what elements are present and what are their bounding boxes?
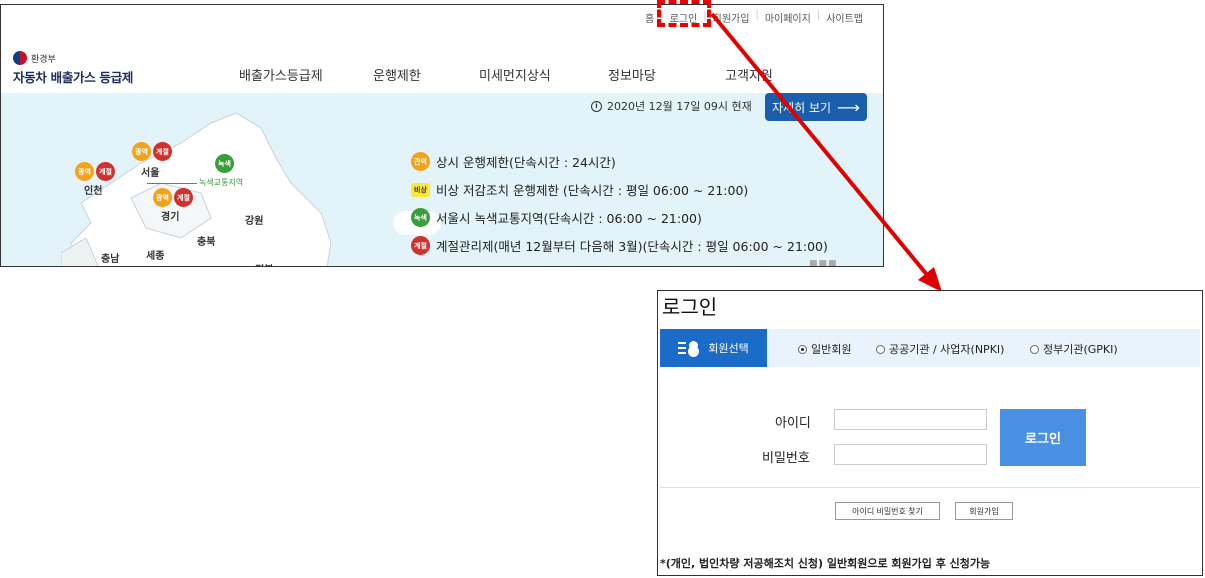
map-label-gyeongbuk: 경북	[255, 261, 273, 266]
map-label-chungbuk: 충북	[197, 237, 216, 248]
arrow-right-icon: ⟶	[837, 97, 860, 117]
map-badge-gyeonggi-season: 계절	[174, 188, 193, 207]
map-badge-gyeonggi-gwangyeok: 광역	[153, 188, 172, 207]
map-label-sejong: 세종	[146, 251, 165, 262]
legend-badge-icon: 관역	[411, 152, 430, 171]
signup-link[interactable]: 회원가입	[707, 10, 756, 25]
legend-text: 비상 저감조치 운행제한 (단속시간 : 평일 06:00 ~ 21:00)	[436, 183, 749, 198]
map-badge-green-zone: 녹색	[215, 154, 234, 173]
legend-text: 상시 운행제한(단속시간 : 24시간)	[436, 155, 616, 170]
password-label: 비밀번호	[762, 451, 810, 466]
ministry-name: 환경부	[31, 54, 56, 65]
nav-fine-dust-info[interactable]: 미세먼지상식	[479, 65, 551, 84]
current-time-text: 2020년 12월 17일 09시 현재	[607, 100, 752, 113]
member-select-tab[interactable]: 회원선택	[660, 329, 767, 367]
clock-icon: i	[591, 100, 602, 112]
login-button[interactable]: 로그인	[1000, 409, 1086, 466]
view-detail-label: 자세히 보기	[772, 100, 832, 115]
legend-item-always: 관역 상시 운행제한(단속시간 : 24시간)	[411, 152, 616, 171]
radio-unchecked-icon	[1030, 344, 1039, 354]
signup-note: *(개인, 법인차량 저공해조치 신청) 일반회원으로 회원가입 후 신청가능	[660, 557, 991, 570]
nav-emission-grade[interactable]: 배출가스등급제	[239, 65, 323, 84]
radio-unchecked-icon	[876, 344, 885, 354]
login-panel: 로그인 회원선택 일반회원 공공기관 / 사업자(NPKI) 정부기관(GPKI…	[657, 290, 1203, 576]
map-badge-seoul-season: 계절	[153, 142, 172, 161]
sitemap-link[interactable]: 사이트맵	[820, 10, 869, 25]
member-type-bar: 회원선택 일반회원 공공기관 / 사업자(NPKI) 정부기관(GPKI)	[660, 329, 1200, 367]
map-label-gyeonggi: 경기	[161, 212, 180, 223]
legend-item-green: 녹색 서울시 녹색교통지역(단속시간 : 06:00 ~ 21:00)	[411, 208, 702, 227]
find-id-password-button[interactable]: 아이디 비밀번호 찾기	[835, 502, 940, 520]
legend-text: 계절관리제(매년 12월부터 다음해 3월)(단속시간 : 평일 06:00 ~…	[436, 239, 828, 254]
restriction-map-banner: 서울 인천 경기 강원 충북 충남 세종 경북 광역 계절 광역 계절 광역 계…	[1, 93, 883, 266]
mypage-link[interactable]: 마이페이지	[759, 10, 817, 25]
view-detail-button[interactable]: 자세히 보기 ⟶	[765, 93, 867, 121]
map-label-gangwon: 강원	[245, 216, 264, 227]
legend-text: 서울시 녹색교통지역(단속시간 : 06:00 ~ 21:00)	[436, 211, 702, 226]
nav-driving-restriction[interactable]: 운행제한	[373, 65, 421, 84]
green-zone-line	[147, 183, 197, 184]
legend-badge-icon: 비상	[411, 182, 430, 197]
legend-item-emergency: 비상 비상 저감조치 운행제한 (단속시간 : 평일 06:00 ~ 21:00…	[411, 180, 748, 199]
id-label: 아이디	[775, 416, 811, 431]
legend-badge-icon: 계절	[411, 236, 430, 255]
main-navigation: 배출가스등급제 운행제한 미세먼지상식 정보마당 고객지원	[1, 65, 883, 89]
map-badge-seoul-gwangyeok: 광역	[132, 142, 151, 161]
radio-npki-member[interactable]: 공공기관 / 사업자(NPKI)	[876, 341, 1004, 357]
current-time: i 2020년 12월 17일 09시 현재	[591, 98, 752, 114]
login-link-highlight	[657, 0, 711, 27]
government-emblem-icon	[13, 51, 27, 65]
divider	[660, 487, 1200, 488]
radio-general-member[interactable]: 일반회원	[798, 341, 851, 357]
carousel-dots[interactable]: ■■■	[809, 259, 838, 266]
website-screenshot: 홈 | 로그인 | 회원가입 | 마이페이지 | 사이트맵 환경부 자동차 배출가스 등…	[0, 4, 884, 267]
legend-badge-icon: 녹색	[411, 208, 430, 227]
map-label-chungnam: 충남	[101, 254, 120, 265]
nav-info-center[interactable]: 정보마당	[608, 65, 656, 84]
radio-gpki-member[interactable]: 정부기관(GPKI)	[1030, 341, 1118, 357]
nav-customer-support[interactable]: 고객지원	[725, 65, 773, 84]
map-badge-incheon-season: 계절	[96, 162, 115, 181]
radio-checked-icon	[798, 344, 807, 354]
green-zone-label: 녹색교통지역	[199, 178, 244, 187]
id-input[interactable]	[834, 409, 987, 430]
signup-button[interactable]: 회원가입	[955, 502, 1013, 520]
legend-item-season: 계절 계절관리제(매년 12월부터 다음해 3월)(단속시간 : 평일 06:0…	[411, 236, 828, 255]
member-list-icon	[678, 341, 700, 355]
password-input[interactable]	[834, 444, 987, 465]
member-select-label: 회원선택	[708, 342, 749, 355]
map-badge-incheon-gwangyeok: 광역	[75, 162, 94, 181]
login-title: 로그인	[662, 295, 718, 319]
map-label-incheon: 인천	[84, 186, 103, 197]
map-label-seoul: 서울	[141, 168, 160, 179]
